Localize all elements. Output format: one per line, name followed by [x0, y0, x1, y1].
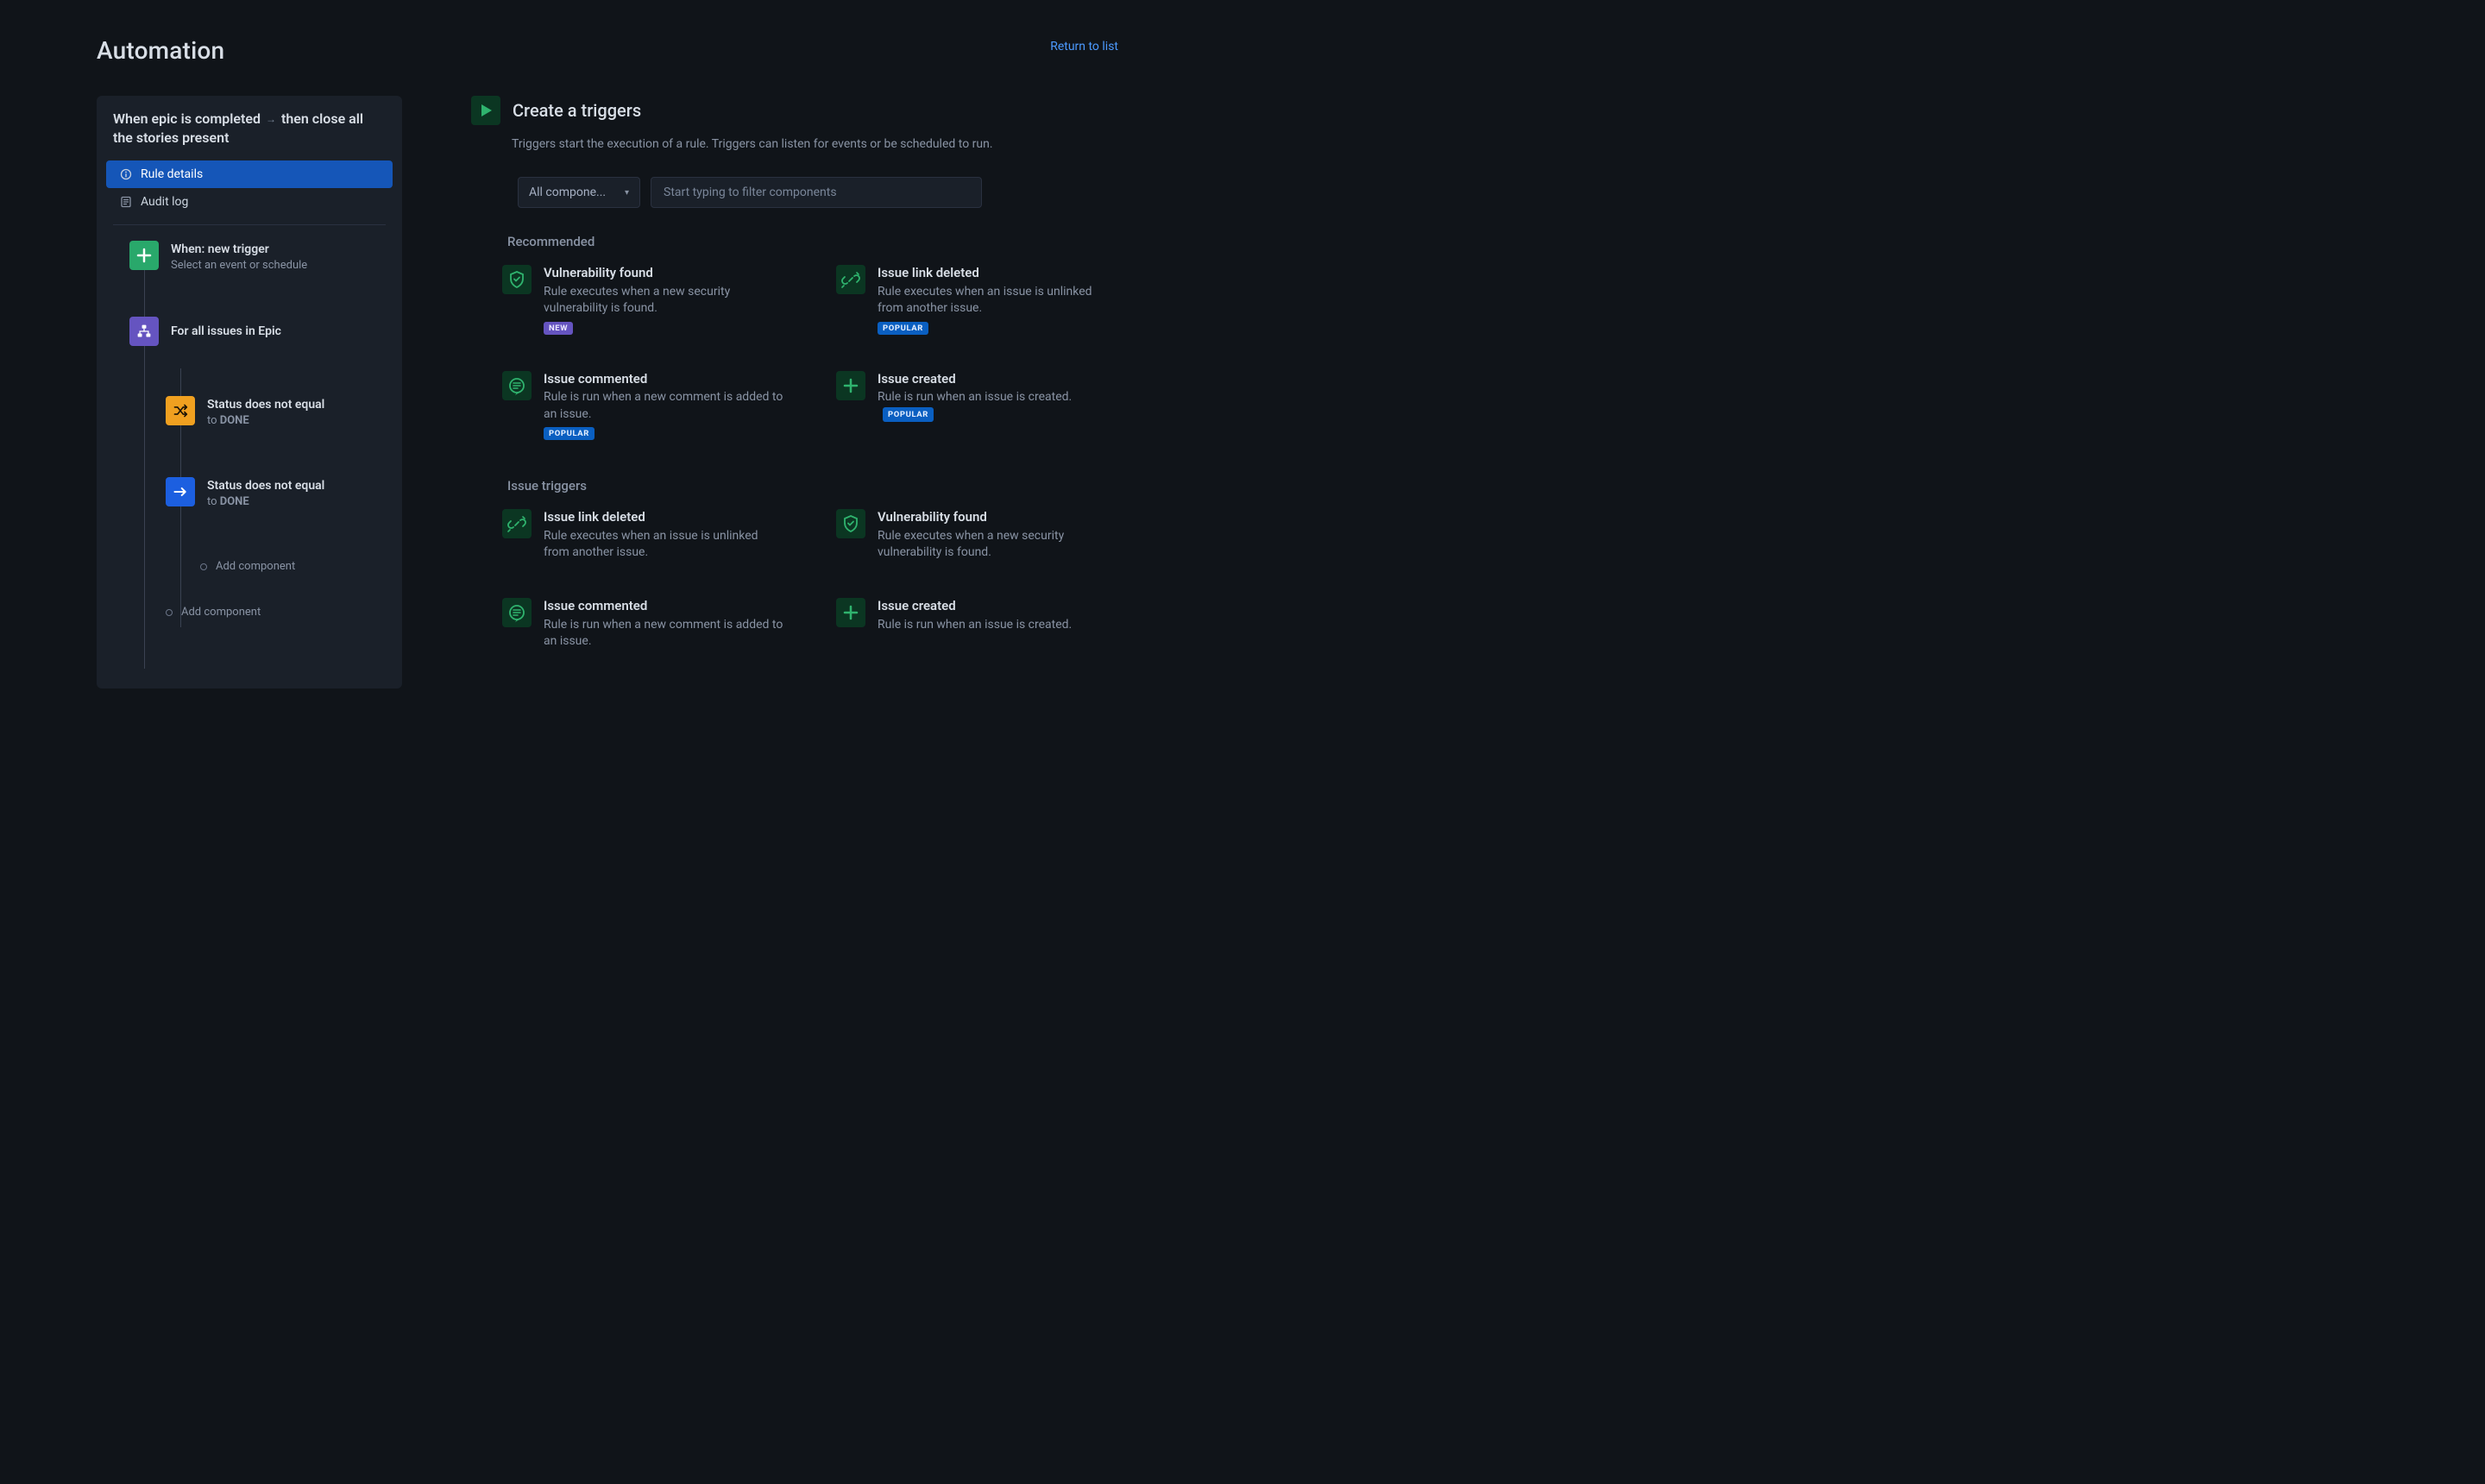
add-circle-icon [166, 609, 173, 616]
component-search-input[interactable] [651, 177, 982, 208]
flow-trigger[interactable]: When: new trigger Select an event or sch… [129, 241, 390, 272]
main-title: Create a triggers [513, 100, 641, 121]
trigger-badge: NEW [544, 322, 573, 335]
flow-cond1-sub: to DONE [207, 414, 324, 427]
trigger-item[interactable]: Vulnerability found Rule executes when a … [502, 265, 784, 335]
unlink-icon [502, 509, 532, 538]
trigger-title: Issue created [878, 598, 1118, 615]
trigger-desc: Rule is run when an issue is created. PO… [878, 389, 1118, 423]
shield-icon [502, 265, 532, 294]
trigger-badge: POPULAR [544, 427, 595, 440]
trigger-badge: POPULAR [883, 407, 934, 422]
shuffle-icon [166, 396, 195, 425]
arrow-icon: → [266, 113, 276, 125]
nav-divider [113, 224, 386, 225]
trigger-desc: Rule executes when an issue is unlinked … [544, 528, 784, 562]
trigger-desc: Rule executes when a new security vulner… [544, 284, 784, 318]
plus-icon [129, 241, 159, 270]
add-circle-icon [200, 563, 207, 570]
add-component-inner[interactable]: Add component [200, 560, 390, 573]
play-icon [471, 96, 500, 125]
tree-icon [129, 317, 159, 346]
main-panel: Create a triggers Triggers start the exe… [471, 96, 1118, 689]
add-component-outer[interactable]: Add component [166, 606, 390, 619]
connector [144, 341, 145, 669]
trigger-title: Vulnerability found [878, 509, 1118, 526]
flow-cond2-title: Status does not equal [207, 478, 324, 494]
main-desc: Triggers start the execution of a rule. … [512, 137, 1118, 151]
nav-audit-log[interactable]: Audit log [106, 188, 393, 216]
add-component-inner-label: Add component [216, 560, 295, 573]
flow-cond1-title: Status does not equal [207, 397, 324, 412]
unlink-icon [836, 265, 865, 294]
trigger-badge: POPULAR [878, 322, 928, 335]
add-component-outer-label: Add component [181, 606, 261, 619]
flow-branch-title: For all issues in Epic [171, 324, 281, 339]
flow-cond2-sub: to DONE [207, 495, 324, 508]
trigger-title: Issue commented [544, 371, 784, 388]
plus-icon [836, 371, 865, 400]
trigger-item[interactable]: Issue link deleted Rule executes when an … [836, 265, 1118, 335]
flow-trigger-sub: Select an event or schedule [171, 259, 307, 272]
recommended-section-title: Recommended [507, 234, 1118, 249]
trigger-item[interactable]: Issue link deleted Rule executes when an … [502, 509, 784, 562]
info-icon [120, 168, 132, 180]
trigger-desc: Rule executes when an issue is unlinked … [878, 284, 1118, 318]
trigger-title: Issue created [878, 371, 1118, 388]
trigger-desc: Rule is run when a new comment is added … [544, 389, 784, 423]
chevron-down-icon: ▾ [625, 188, 629, 198]
nav-audit-log-label: Audit log [141, 195, 188, 209]
rule-sidebar: When epic is completed → then close all … [97, 96, 402, 689]
arrow-icon [166, 477, 195, 506]
connector [144, 267, 145, 318]
comment-icon [502, 598, 532, 627]
rule-name-heading: When epic is completed → then close all … [104, 110, 395, 160]
trigger-desc: Rule is run when an issue is created. [878, 617, 1118, 634]
trigger-item[interactable]: Issue commented Rule is run when a new co… [502, 598, 784, 651]
trigger-desc: Rule is run when a new comment is added … [544, 617, 784, 651]
trigger-item[interactable]: Issue created Rule is run when an issue i… [836, 598, 1118, 651]
log-icon [120, 196, 132, 208]
trigger-title: Vulnerability found [544, 265, 784, 282]
nav-rule-details[interactable]: Rule details [106, 160, 393, 188]
flow-condition-2[interactable]: Status does not equal to DONE [166, 477, 390, 508]
trigger-desc: Rule executes when a new security vulner… [878, 528, 1118, 562]
component-filter-label: All compone... [529, 186, 606, 199]
plus-icon [836, 598, 865, 627]
trigger-title: Issue commented [544, 598, 784, 615]
trigger-item[interactable]: Vulnerability found Rule executes when a … [836, 509, 1118, 562]
trigger-title: Issue link deleted [878, 265, 1118, 282]
nav-rule-details-label: Rule details [141, 167, 203, 181]
issue-triggers-section-title: Issue triggers [507, 478, 1118, 494]
rule-name-prefix: When epic is completed [113, 110, 261, 127]
page-title: Automation [97, 36, 224, 65]
component-filter-select[interactable]: All compone... ▾ [518, 177, 640, 208]
flow-condition-1[interactable]: Status does not equal to DONE [166, 396, 390, 427]
return-to-list-link[interactable]: Return to list [1050, 40, 1118, 53]
trigger-item[interactable]: Issue createdRule is run when an issue i… [836, 371, 1118, 441]
trigger-item[interactable]: Issue commentedRule is run when a new co… [502, 371, 784, 441]
flow-branch[interactable]: For all issues in Epic [129, 317, 390, 346]
trigger-title: Issue link deleted [544, 509, 784, 526]
shield-icon [836, 509, 865, 538]
comment-icon [502, 371, 532, 400]
flow-trigger-title: When: new trigger [171, 242, 307, 257]
